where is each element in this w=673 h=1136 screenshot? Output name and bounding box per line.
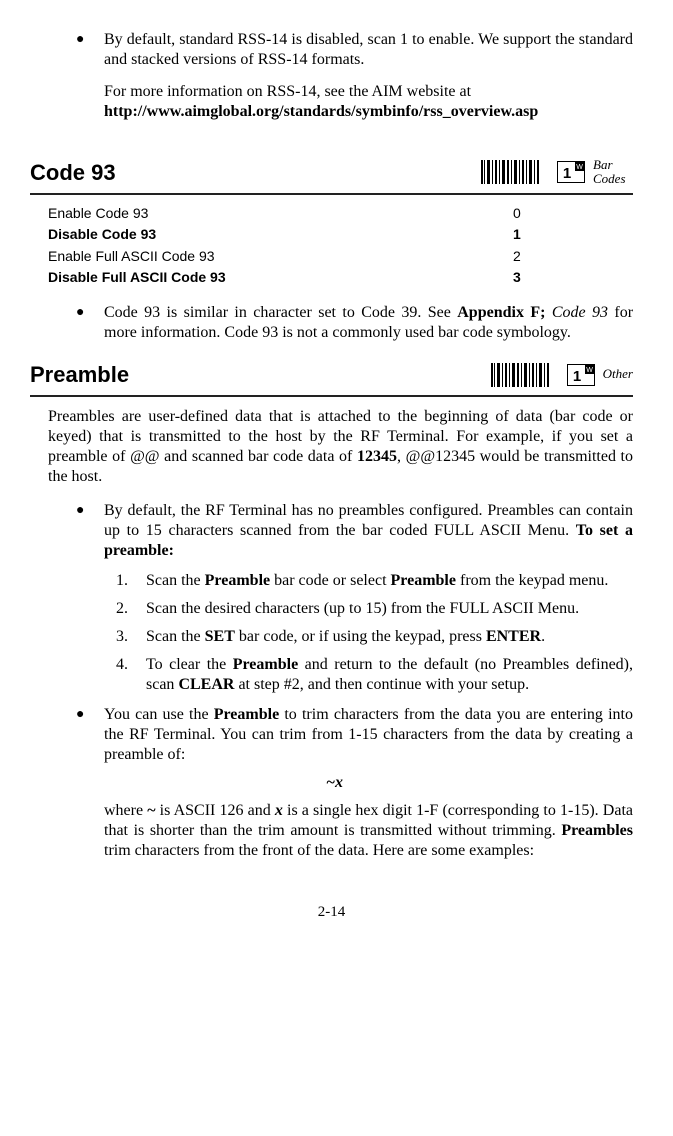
list-item: 1.Scan the Preamble bar code or select P…: [116, 571, 633, 591]
number-box-icon: W 1: [557, 161, 585, 183]
table-row: Disable Code 931: [48, 224, 633, 246]
preamble-heading-row: Preamble W 1 Other: [30, 361, 633, 389]
table-label: Enable Full ASCII Code 93: [48, 248, 513, 266]
rss14-more-info: For more information on RSS-14, see the …: [104, 82, 633, 122]
step-number: 4.: [116, 655, 146, 695]
barcode-icon: [481, 158, 541, 186]
list-item: 4.To clear the Preamble and return to th…: [116, 655, 633, 695]
table-row: Disable Full ASCII Code 933: [48, 267, 633, 289]
step-number: 2.: [116, 599, 146, 619]
bullet-dot: ●: [76, 30, 104, 70]
step-text: Scan the Preamble bar code or select Pre…: [146, 571, 633, 591]
bullet-dot: ●: [76, 303, 104, 343]
step-text: To clear the Preamble and return to the …: [146, 655, 633, 695]
list-item: 2.Scan the desired characters (up to 15)…: [116, 599, 633, 619]
svg-text:W: W: [586, 367, 593, 374]
divider: [30, 395, 633, 397]
divider: [30, 193, 633, 195]
bullet-dot: ●: [76, 705, 104, 765]
number-box-icon: W 1: [567, 364, 595, 386]
code93-table: Enable Code 930Disable Code 931Enable Fu…: [48, 203, 633, 289]
table-value: 2: [513, 248, 633, 266]
step-number: 1.: [116, 571, 146, 591]
code93-badge-caption: Bar Codes: [593, 158, 633, 187]
table-row: Enable Code 930: [48, 203, 633, 225]
preamble-steps: 1.Scan the Preamble bar code or select P…: [116, 571, 633, 695]
code93-heading: Code 93: [30, 159, 481, 187]
svg-text:1: 1: [572, 368, 580, 385]
table-value: 0: [513, 205, 633, 223]
step-number: 3.: [116, 627, 146, 647]
preamble-badge-caption: Other: [603, 367, 633, 381]
list-item: 3.Scan the SET bar code, or if using the…: [116, 627, 633, 647]
page-number: 2-14: [30, 903, 633, 922]
code93-heading-row: Code 93 W 1 Bar Codes: [30, 158, 633, 187]
table-label: Disable Full ASCII Code 93: [48, 269, 513, 287]
trim-explanation: where ~ is ASCII 126 and x is a single h…: [104, 801, 633, 861]
step-text: Scan the desired characters (up to 15) f…: [146, 599, 633, 619]
table-label: Disable Code 93: [48, 226, 513, 244]
tilde-expression: ~x: [36, 773, 633, 793]
table-value: 3: [513, 269, 633, 287]
rss14-bullet: By default, standard RSS-14 is disabled,…: [104, 30, 633, 70]
preamble-bullet-1: By default, the RF Terminal has no pream…: [104, 501, 633, 561]
svg-text:1: 1: [563, 165, 571, 182]
table-row: Enable Full ASCII Code 932: [48, 246, 633, 268]
table-value: 1: [513, 226, 633, 244]
preamble-intro: Preambles are user-defined data that is …: [48, 407, 633, 487]
bullet-dot: ●: [76, 501, 104, 561]
preamble-heading: Preamble: [30, 361, 491, 389]
barcode-icon: [491, 361, 551, 389]
preamble-bullet-2: You can use the Preamble to trim charact…: [104, 705, 633, 765]
table-label: Enable Code 93: [48, 205, 513, 223]
svg-text:W: W: [576, 164, 583, 171]
step-text: Scan the SET bar code, or if using the k…: [146, 627, 633, 647]
code93-bullet: Code 93 is similar in character set to C…: [104, 303, 633, 343]
